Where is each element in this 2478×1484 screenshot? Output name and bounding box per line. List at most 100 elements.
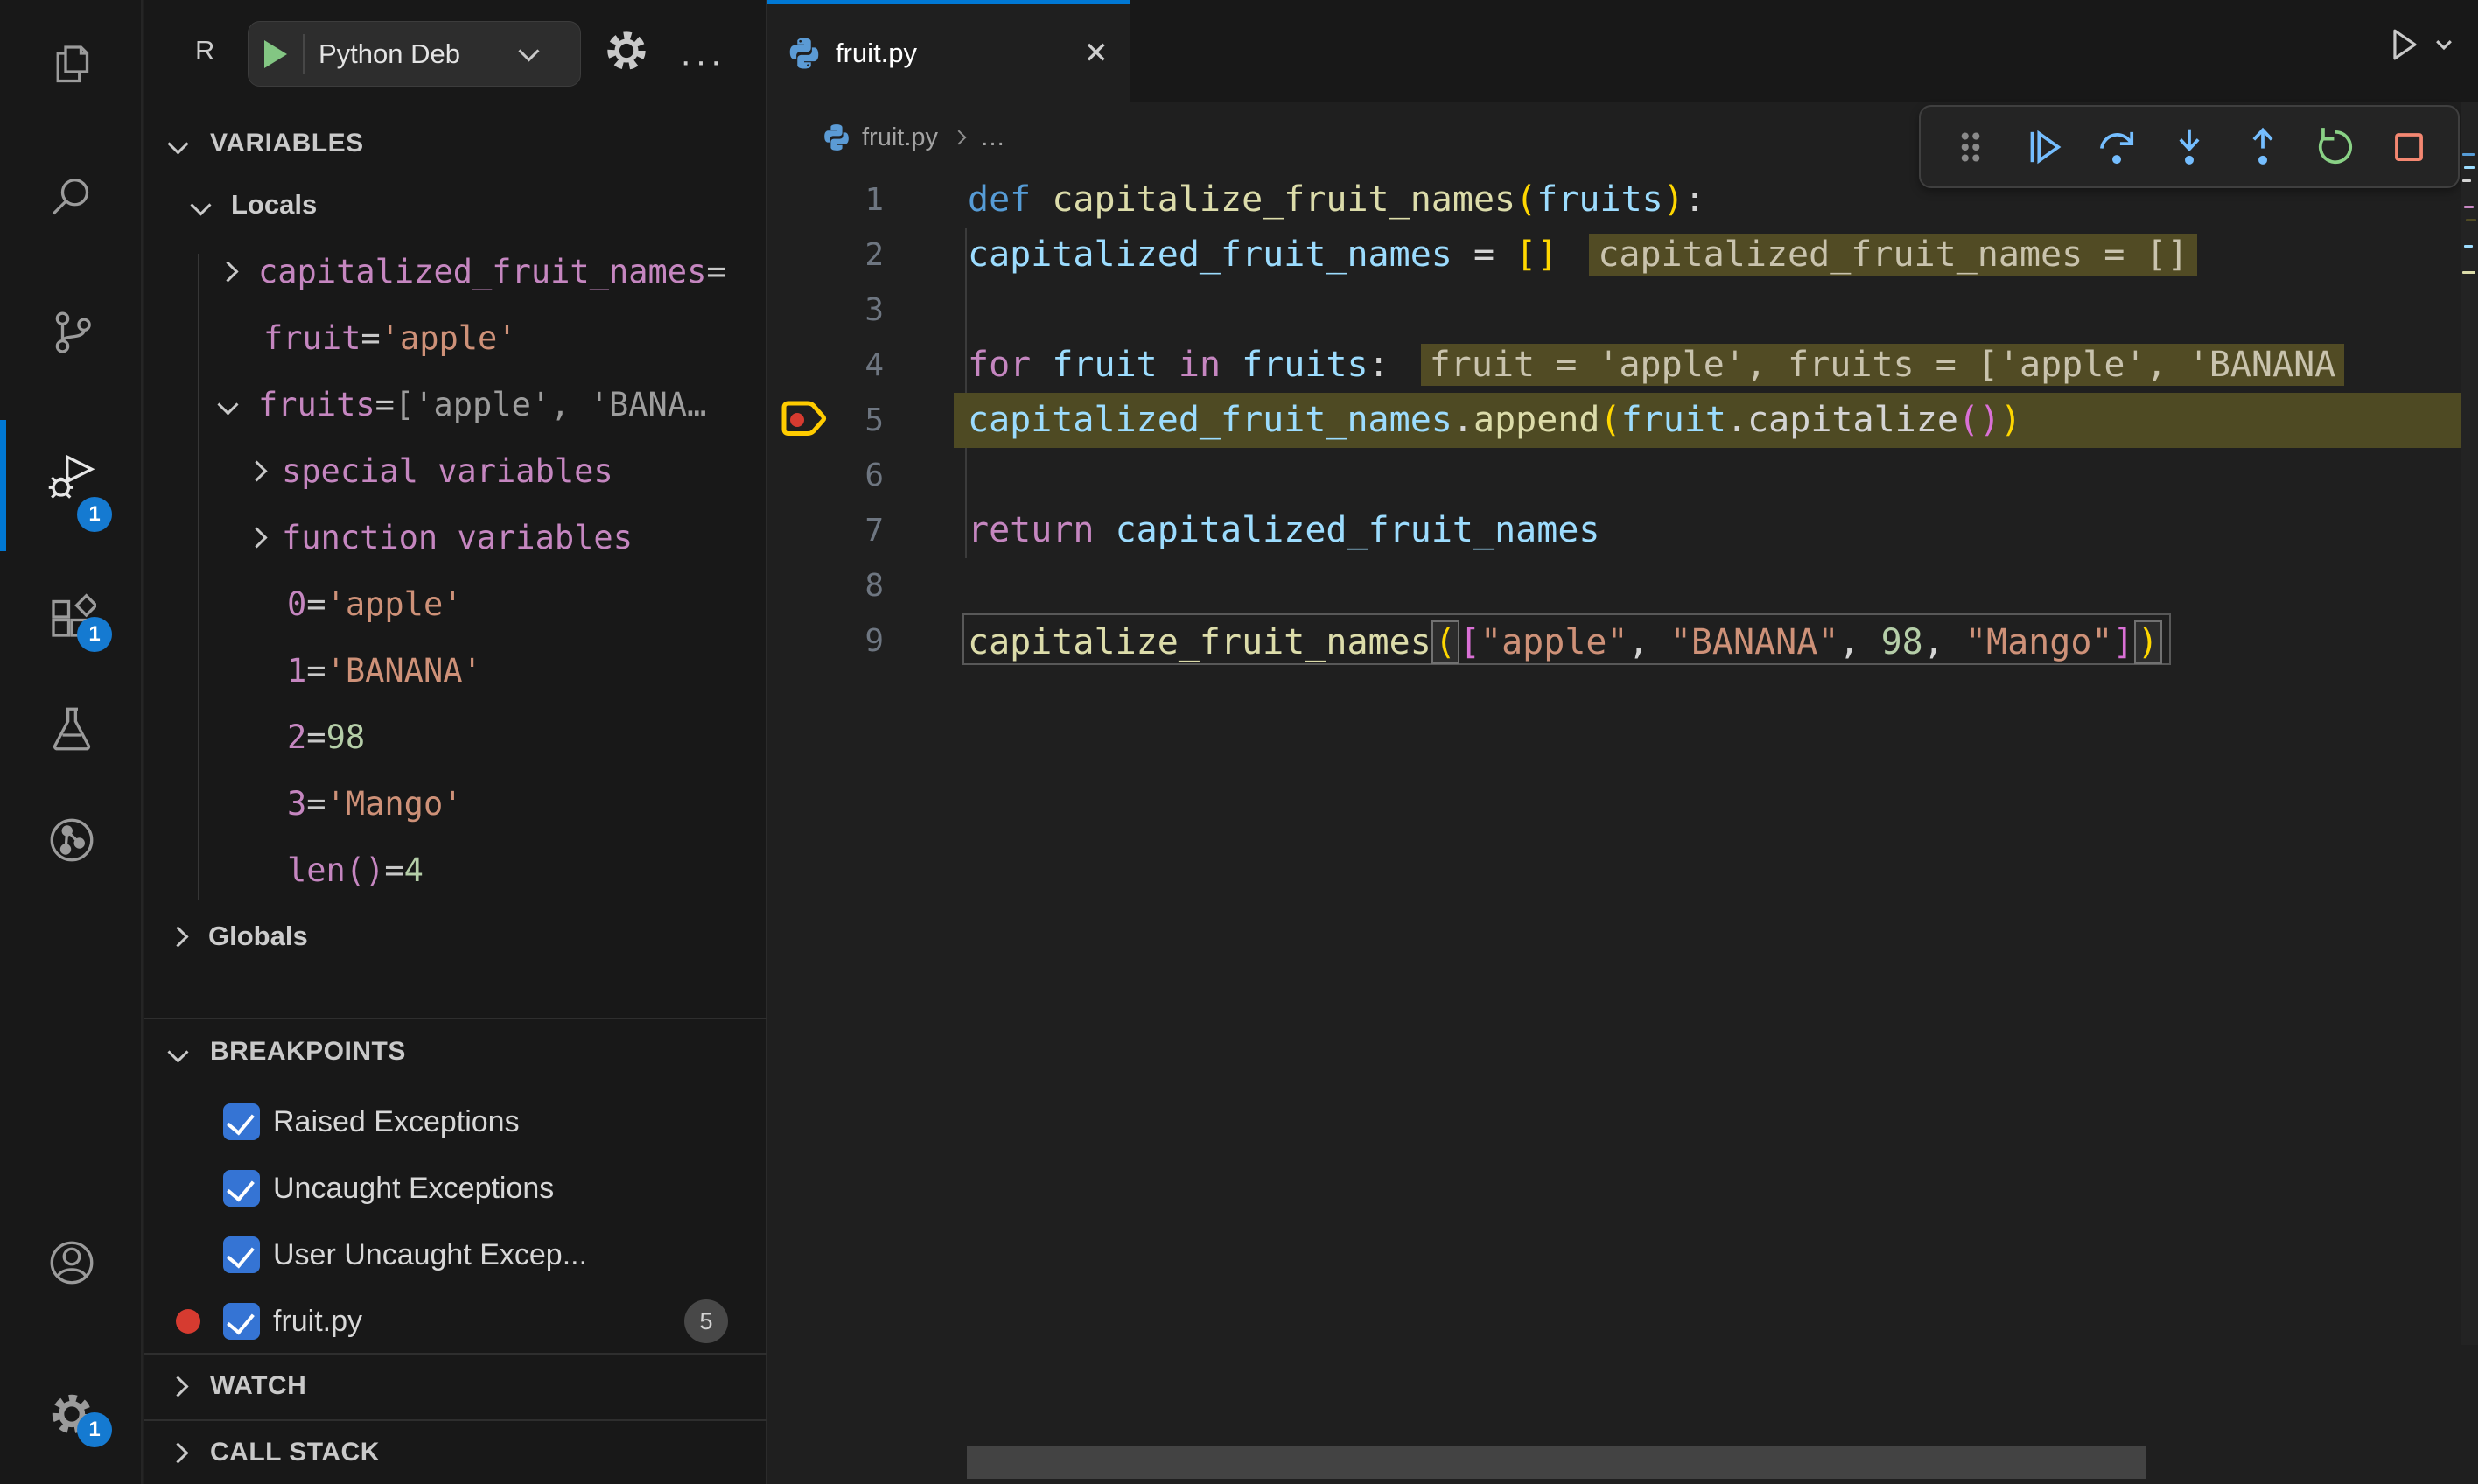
chevron-right-icon [167,1442,188,1463]
settings-gear-icon[interactable] [0,1357,143,1471]
breakpoint-label: fruit.py [273,1305,362,1339]
checkbox-checked[interactable] [223,1170,260,1207]
variable-row[interactable]: 0 = 'apple' [144,570,767,637]
equals-sign: = [360,319,380,357]
variable-row[interactable]: fruits = ['apple', 'BANA… [144,371,767,438]
breadcrumb-file[interactable]: fruit.py [862,123,938,152]
account-icon[interactable] [0,1206,143,1320]
divider [144,1419,767,1421]
step-over-button[interactable] [2093,123,2140,171]
variable-row[interactable]: 2 = 98 [144,704,767,770]
variable-row[interactable]: function variables [144,504,767,570]
line-number[interactable]: 4 [767,338,884,393]
variable-row[interactable]: len() = 4 [144,836,767,903]
code-token: . [1452,400,1474,440]
code-line-9[interactable]: 9 capitalize_fruit_names(["apple", "BANAN… [767,613,2460,668]
source-control-icon[interactable] [0,276,143,389]
toolbar-drag-handle[interactable] [1947,123,1994,171]
code-token: "Mango" [1965,622,2113,662]
code-line-8[interactable]: 8 [767,558,2460,613]
references-icon[interactable] [0,783,143,897]
line-number[interactable]: 3 [767,283,884,338]
search-icon[interactable] [0,140,143,254]
code-line-3[interactable]: 3 [767,283,2460,338]
testing-icon[interactable] [0,672,143,786]
line-content[interactable] [954,448,2460,503]
code-line-4[interactable]: 4 for fruit in fruits:fruit = 'apple', f… [767,338,2460,393]
continue-button[interactable] [2020,123,2067,171]
line-content[interactable]: capitalize_fruit_names(["apple", "BANANA… [954,613,2460,668]
debug-inline-value-hint: fruit = 'apple', fruits = ['apple', 'BAN… [1421,344,2345,386]
code-line-5[interactable]: 5 capitalized_fruit_names.append(fruit.c… [767,393,2460,448]
line-content[interactable]: for fruit in fruits:fruit = 'apple', fru… [954,338,2460,393]
variable-row[interactable]: fruit = 'apple' [144,304,767,371]
line-content[interactable] [954,283,2460,338]
line-content[interactable]: return capitalized_fruit_names [954,503,2460,558]
debug-config-dropdown[interactable]: Python Deb [248,21,581,87]
start-debug-icon[interactable] [264,40,287,68]
run-dropdown-chevron-icon[interactable] [2432,33,2455,56]
breakpoint-row[interactable]: Uncaught Exceptions [144,1155,767,1222]
line-content[interactable]: def capitalize_fruit_names(fruits): [954,172,2460,228]
scope-globals[interactable]: Globals [144,903,767,970]
call-stack-section-header[interactable]: CALL STACK [144,1424,767,1480]
editor-actions [2384,24,2455,65]
step-out-button[interactable] [2239,123,2286,171]
breakpoints-section-header[interactable]: BREAKPOINTS [144,1026,767,1078]
code-token: capitalize [1747,400,1958,440]
breakpoint-row[interactable]: Raised Exceptions [144,1088,767,1155]
step-into-button[interactable] [2166,123,2213,171]
line-number[interactable]: 5 [767,393,884,448]
breadcrumb-more[interactable]: … [980,123,1005,152]
extensions-icon[interactable] [0,560,143,674]
line-number[interactable]: 9 [767,613,884,668]
line-number[interactable]: 2 [767,228,884,283]
variable-row[interactable]: capitalized_fruit_names = [144,238,767,304]
code-token: : [1684,179,1705,220]
variable-value: 'Mango' [326,785,463,822]
code-line-2[interactable]: 2 capitalized_fruit_names = []capitalize… [767,228,2460,283]
variable-row[interactable]: 3 = 'Mango' [144,770,767,836]
run-python-file-icon[interactable] [2384,24,2424,65]
stop-button[interactable] [2385,123,2432,171]
code-editor[interactable]: 1def capitalize_fruit_names(fruits):2 ca… [767,172,2478,697]
breakpoint-row[interactable]: User Uncaught Excep... [144,1222,767,1288]
more-actions-icon[interactable]: ··· [680,42,725,81]
minimap[interactable] [2460,102,2478,1345]
vscode-window: 1 1 1 R Python Deb [0,0,2478,1484]
code-line-6[interactable]: 6 [767,448,2460,503]
breakpoint-label: User Uncaught Excep... [273,1238,587,1272]
checkbox-checked[interactable] [223,1303,260,1340]
run-and-debug-icon[interactable] [0,420,143,534]
watch-section-header[interactable]: WATCH [144,1358,767,1414]
variable-row[interactable]: special variables [144,438,767,504]
code-token: def [968,179,1052,220]
chevron-right-icon [217,261,238,282]
code-line-1[interactable]: 1 def capitalize_fruit_names(fruits): [767,172,2460,228]
scope-locals[interactable]: Locals [144,172,767,238]
line-content[interactable]: capitalized_fruit_names = []capitalized_… [954,228,2460,283]
restart-button[interactable] [2312,123,2359,171]
variable-row[interactable]: 1 = 'BANANA' [144,637,767,704]
breakpoint-dot-icon [176,1309,200,1334]
line-number[interactable]: 8 [767,558,884,613]
line-number[interactable]: 1 [767,172,884,228]
line-content[interactable]: capitalized_fruit_names.append(fruit.cap… [954,393,2460,448]
activity-bar: 1 1 1 [0,0,143,1484]
explorer-icon[interactable] [0,9,143,122]
code-line-7[interactable]: 7 return capitalized_fruit_names [767,503,2460,558]
line-number[interactable]: 7 [767,503,884,558]
breakpoint-row[interactable]: fruit.py5 [144,1288,767,1354]
code-token: fruit [1621,400,1726,440]
debug-settings-gear-icon[interactable] [604,28,649,78]
checkbox-checked[interactable] [223,1236,260,1273]
close-tab-icon[interactable]: ✕ [1084,36,1110,71]
code-token [1095,510,1116,550]
horizontal-scrollbar-thumb[interactable] [967,1446,2146,1479]
variable-name: fruit [263,319,360,357]
tab-fruit-py[interactable]: fruit.py ✕ [767,0,1130,102]
checkbox-checked[interactable] [223,1103,260,1140]
variables-section-header[interactable]: VARIABLES [144,118,767,169]
line-content[interactable] [954,558,2460,613]
line-number[interactable]: 6 [767,448,884,503]
